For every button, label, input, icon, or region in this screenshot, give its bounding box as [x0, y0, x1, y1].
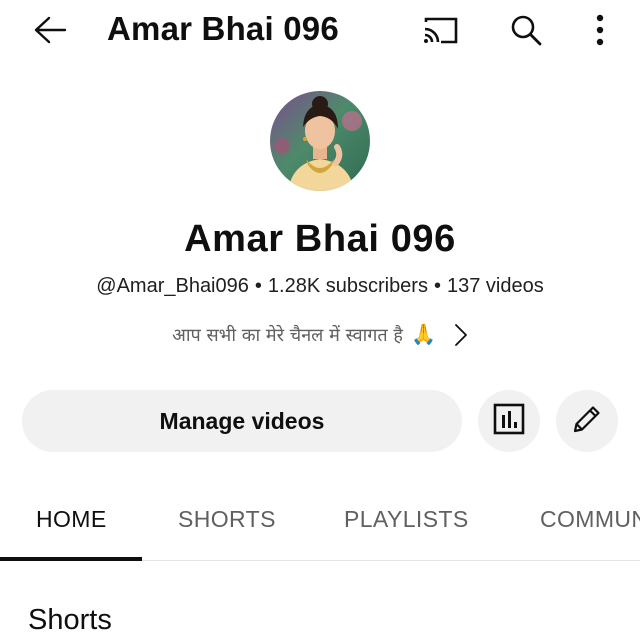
- app-bar-title: Amar Bhai 096: [107, 10, 339, 47]
- section-title-shorts: Shorts: [28, 604, 112, 636]
- analytics-button[interactable]: [478, 390, 540, 452]
- channel-tabs: HOME SHORTS PLAYLISTS COMMUN: [0, 480, 640, 561]
- channel-meta: @Amar_Bhai096 • 1.28K subscribers • 137 vide…: [0, 275, 640, 298]
- separator-dot: •: [433, 275, 441, 297]
- video-count: 137 videos: [446, 275, 544, 297]
- pencil-icon: [571, 403, 603, 440]
- tab-playlists[interactable]: PLAYLISTS: [344, 506, 469, 533]
- channel-avatar[interactable]: [270, 91, 370, 191]
- folded-hands-emoji: 🙏: [410, 324, 436, 346]
- cast-icon[interactable]: [418, 10, 462, 50]
- analytics-icon: [493, 403, 525, 440]
- description-text: आप सभी का मेरे चैनल में स्वागत है: [172, 324, 403, 346]
- tab-home[interactable]: HOME: [36, 506, 107, 533]
- tab-shorts[interactable]: SHORTS: [178, 506, 276, 533]
- tab-community[interactable]: COMMUN: [540, 506, 640, 533]
- active-tab-indicator: [0, 557, 142, 561]
- channel-handle: @Amar_Bhai096: [96, 275, 249, 297]
- edit-channel-button[interactable]: [556, 390, 618, 452]
- search-icon[interactable]: [504, 8, 548, 52]
- manage-videos-button[interactable]: Manage videos: [22, 390, 462, 452]
- subscriber-count: 1.28K subscribers: [267, 275, 428, 297]
- top-app-bar: Amar Bhai 096: [0, 0, 640, 60]
- channel-description[interactable]: आप सभी का मेरे चैनल में स्वागत है 🙏: [0, 322, 640, 347]
- chevron-right-icon: [454, 323, 468, 347]
- channel-name: Amar Bhai 096: [184, 218, 456, 260]
- separator-dot: •: [254, 275, 262, 297]
- back-arrow-icon[interactable]: [26, 8, 74, 52]
- more-vert-icon[interactable]: [580, 8, 620, 52]
